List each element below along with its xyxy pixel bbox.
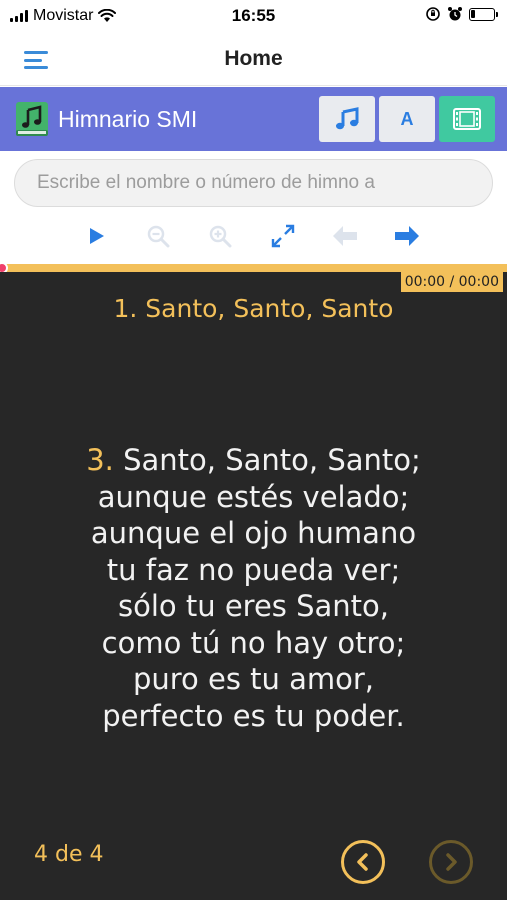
zoom-out-button[interactable] xyxy=(142,220,174,252)
orientation-lock-icon xyxy=(426,7,440,21)
page-indicator: 4 de 4 xyxy=(34,842,104,867)
time-display: 00:00 / 00:00 xyxy=(400,272,503,292)
text-mode-button[interactable]: A xyxy=(379,96,435,142)
lyrics-panel: 00:00 / 00:00 1. Santo, Santo, Santo 3. … xyxy=(0,272,507,900)
status-bar: Movistar 16:55 xyxy=(0,0,507,34)
verse-line: como tú no hay otro; xyxy=(101,625,406,660)
verse-number: 3. xyxy=(86,443,114,477)
nav-header: Home xyxy=(0,34,507,86)
arrow-left-icon xyxy=(333,226,357,246)
next-page-button[interactable] xyxy=(429,840,473,884)
app-title: Himnario SMI xyxy=(58,106,198,132)
chevron-right-icon xyxy=(446,853,457,871)
search-input[interactable] xyxy=(15,160,492,206)
verse-line: perfecto es tu poder. xyxy=(102,698,405,733)
zoom-in-icon xyxy=(209,225,232,248)
status-bar-right xyxy=(425,6,498,22)
play-icon xyxy=(90,228,104,244)
verse-line: aunque estés velado; xyxy=(97,479,410,514)
battery-icon xyxy=(469,7,498,21)
film-icon xyxy=(453,108,481,130)
chevron-left-icon xyxy=(357,853,368,871)
video-mode-button[interactable] xyxy=(439,96,495,142)
previous-verse-button[interactable] xyxy=(329,220,361,252)
music-note-icon xyxy=(336,107,359,130)
battery-level xyxy=(471,9,475,18)
verse-line: 3. Santo, Santo, Santo; xyxy=(86,443,421,477)
text-mode-label: A xyxy=(400,108,414,129)
verse-text: 3. Santo, Santo, Santo; aunque estés vel… xyxy=(20,442,487,734)
page-title: Home xyxy=(224,47,283,70)
alarm-icon xyxy=(448,7,462,21)
search-bar xyxy=(14,159,493,207)
play-button[interactable] xyxy=(80,220,112,252)
arrow-right-icon xyxy=(395,226,419,246)
audio-progress-bar[interactable] xyxy=(0,264,507,272)
zoom-in-button[interactable] xyxy=(204,220,236,252)
verse-line: sólo tu eres Santo, xyxy=(117,589,390,623)
previous-page-button[interactable] xyxy=(341,840,385,884)
hymnbook-icon xyxy=(16,102,48,136)
player-toolbar xyxy=(0,216,507,256)
app-bar: Himnario SMI A xyxy=(0,87,507,151)
audio-mode-button[interactable] xyxy=(319,96,375,142)
next-verse-button[interactable] xyxy=(391,220,423,252)
fullscreen-button[interactable] xyxy=(267,220,299,252)
fullscreen-icon xyxy=(271,224,295,248)
hymn-title: 1. Santo, Santo, Santo xyxy=(113,294,394,323)
zoom-out-icon xyxy=(147,225,170,248)
verse-line: aunque el ojo humano xyxy=(90,516,417,550)
verse-line: tu faz no pueda ver; xyxy=(106,552,401,587)
verse-line: puro es tu amor, xyxy=(132,662,375,696)
